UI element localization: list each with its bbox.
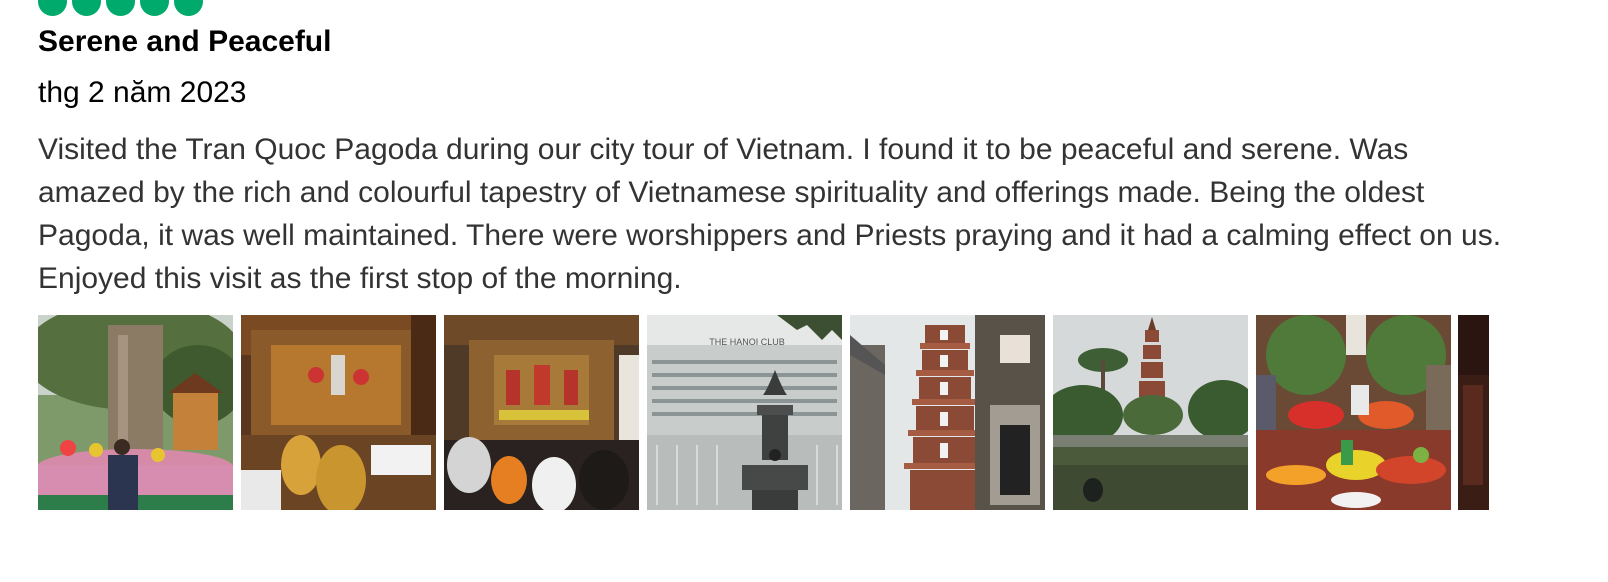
- altar-monks-photo[interactable]: [241, 315, 436, 510]
- banyan-tree-photo[interactable]: [38, 315, 233, 510]
- hanoi-club-sign: THE HANOI CLUB: [709, 337, 785, 347]
- rating-bubble-icon: [38, 0, 67, 16]
- review-text: Visited the Tran Quoc Pagoda during our …: [38, 133, 1502, 295]
- rating-bubble-icon: [140, 0, 169, 16]
- partial-photo[interactable]: [1458, 315, 1489, 510]
- pagoda-tower-photo[interactable]: [850, 315, 1045, 510]
- rating-bubble-icon: [174, 0, 203, 16]
- review-title[interactable]: Serene and Peaceful: [38, 25, 331, 59]
- review-date: thg 2 năm 2023: [38, 76, 247, 109]
- fruit-offerings-photo[interactable]: [1256, 315, 1451, 510]
- shrine-worshippers-photo[interactable]: [444, 315, 639, 510]
- rating-bubbles: [38, 0, 203, 16]
- rating-bubble-icon: [106, 0, 135, 16]
- lake-pagoda-photo[interactable]: [1053, 315, 1248, 510]
- lake-lantern-photo[interactable]: THE HANOI CLUB: [647, 315, 842, 510]
- rating-bubble-icon: [72, 0, 101, 16]
- photo-strip: THE HANOI CLUB: [38, 315, 1490, 510]
